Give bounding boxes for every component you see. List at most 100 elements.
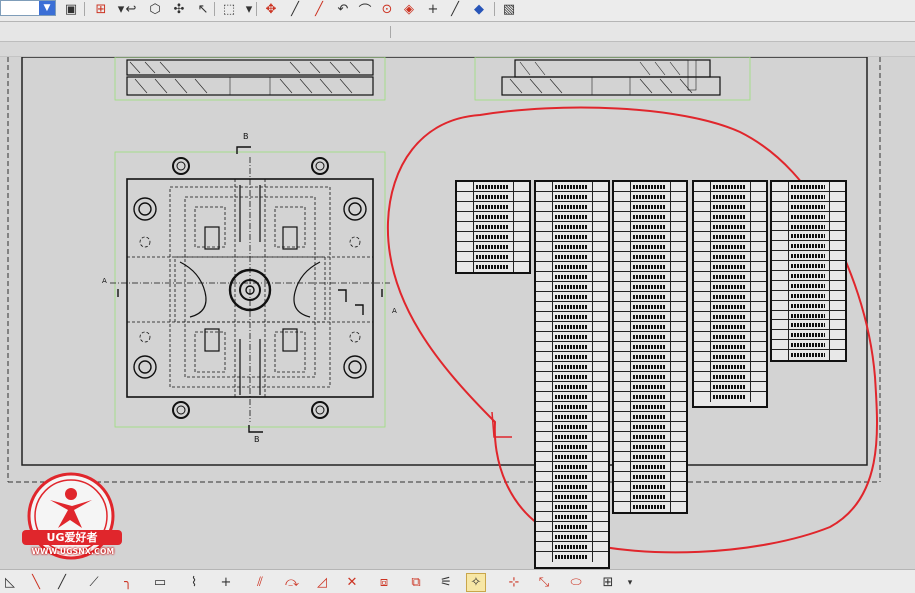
table-row (614, 202, 686, 212)
table-cell (457, 252, 474, 261)
line-icon[interactable]: ╱ (286, 0, 304, 18)
table-row (536, 472, 608, 482)
arrow-icon[interactable]: ↖ (194, 0, 212, 18)
table-cell (457, 202, 474, 211)
table-cell (593, 352, 608, 361)
table-cell (751, 182, 766, 191)
trim-icon[interactable]: ⫽ (250, 573, 270, 592)
table-cell (536, 262, 553, 271)
spline-icon[interactable]: ⌇ (184, 573, 204, 592)
table-row (536, 262, 608, 272)
table-row (536, 482, 608, 492)
move-icon[interactable]: ✥ (262, 0, 280, 18)
fillet-icon[interactable]: ╮ (118, 573, 138, 592)
table-cell (593, 342, 608, 351)
table-cell (711, 222, 751, 231)
table-cell (593, 252, 608, 261)
table-cell (711, 332, 751, 341)
extend-icon[interactable]: ⤼ (282, 573, 302, 592)
table-cell (711, 372, 751, 381)
table-cell (751, 212, 766, 221)
center-circle-icon[interactable]: ⊙ (378, 0, 396, 18)
table-cell (593, 282, 608, 291)
table-cell (593, 232, 608, 241)
table-cell (553, 432, 593, 441)
table-cell (631, 362, 671, 371)
crosshair-icon[interactable]: + (424, 0, 442, 18)
drawing-area[interactable]: B B A A (0, 57, 915, 569)
table-cell (631, 212, 671, 221)
table-cell (711, 252, 751, 261)
table-cell (694, 372, 711, 381)
pencil-icon[interactable]: ╱ (446, 0, 464, 18)
snap-icon[interactable]: ✣ (170, 0, 188, 18)
line-tool-icon[interactable]: ╲ (26, 573, 46, 592)
table-cell (631, 392, 671, 401)
table-cell (593, 522, 608, 531)
table-cell (593, 502, 608, 511)
table-cell (631, 282, 671, 291)
new-view-icon[interactable]: ⊞ (92, 0, 110, 18)
undo-icon[interactable]: ↩ (122, 0, 140, 18)
polyline-icon[interactable]: ╱ (52, 573, 72, 592)
dimension-icon[interactable]: ⤡ (534, 573, 554, 592)
color-icon[interactable]: ◆ (470, 0, 488, 18)
table-cell (536, 442, 553, 451)
toolbar-divider (494, 2, 495, 16)
table-cell (751, 282, 766, 291)
table-cell (830, 320, 845, 329)
chevron-down-icon[interactable]: ▾ (620, 573, 640, 592)
table-cell (751, 392, 766, 402)
delete-curve-icon[interactable]: ✕ (342, 573, 362, 592)
rectangle-icon[interactable]: ▭ (150, 573, 170, 592)
region-icon[interactable]: ⬭ (566, 573, 586, 592)
table-row (614, 332, 686, 342)
offset-line-icon[interactable]: ⟋ (84, 573, 104, 592)
point-tool-icon[interactable]: ⊹ (504, 573, 524, 592)
table-row (614, 482, 686, 492)
table-cell (614, 232, 631, 241)
corner-icon[interactable]: ◿ (312, 573, 332, 592)
layer-combo[interactable]: ▼ (0, 0, 56, 16)
table-row (536, 512, 608, 522)
table-cell (711, 322, 751, 331)
table-cell (614, 342, 631, 351)
table-cell (536, 392, 553, 401)
print-icon[interactable]: ▣ (62, 0, 80, 18)
circle-point-icon[interactable]: ◈ (400, 0, 418, 18)
view-label-b-bottom: B (254, 435, 260, 444)
table-cell (671, 462, 686, 471)
table-cell (789, 271, 830, 280)
table-row (536, 222, 608, 232)
layer-cube-icon[interactable]: ▧ (500, 0, 518, 18)
table-tool-icon[interactable]: ⊞ (598, 573, 618, 592)
table-row (536, 292, 608, 302)
table-cell (593, 392, 608, 401)
table-cell (614, 222, 631, 231)
table-cell (751, 362, 766, 371)
table-cell (614, 212, 631, 221)
mirror-icon[interactable]: ⧈ (374, 573, 394, 592)
point-line-icon[interactable]: ╱ (310, 0, 328, 18)
table-cell (614, 382, 631, 391)
table-row (614, 412, 686, 422)
constraint-icon[interactable]: ⚟ (436, 573, 456, 592)
cross-icon[interactable]: + (216, 573, 236, 592)
angle-icon[interactable]: ⌒ (356, 0, 374, 19)
triangle-icon[interactable]: ◺ (0, 573, 20, 592)
table-cell (553, 532, 593, 541)
table-cell (593, 292, 608, 301)
chevron-down-icon[interactable]: ▼ (39, 1, 55, 15)
snap-grid-icon[interactable]: ✧ (466, 573, 486, 592)
arc-icon[interactable]: ↶ (334, 0, 352, 18)
table-cell (553, 522, 593, 531)
table-cell (671, 422, 686, 431)
select-box-icon[interactable]: ⬚ (220, 0, 238, 18)
table-cell (671, 242, 686, 251)
table-cell (536, 552, 553, 562)
table-row (614, 322, 686, 332)
table-row (694, 392, 766, 402)
pattern-icon[interactable]: ⧉ (406, 573, 426, 592)
shape-icon[interactable]: ⬡ (146, 0, 164, 18)
table-cell (830, 271, 845, 280)
